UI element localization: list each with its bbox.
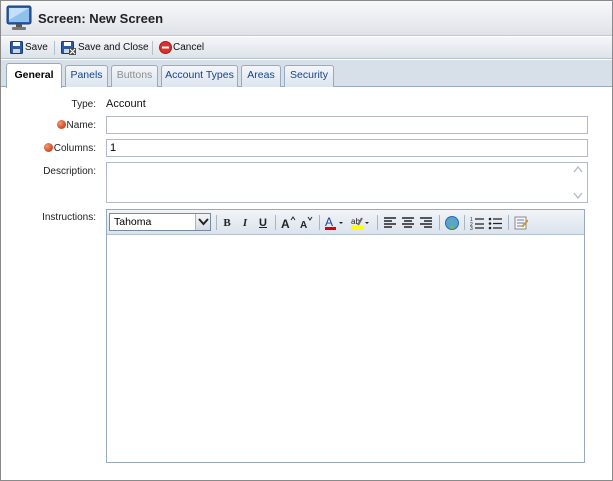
editor-separator xyxy=(275,215,276,230)
align-left-icon[interactable] xyxy=(382,215,398,231)
tab-general[interactable]: General xyxy=(6,63,62,88)
editor-separator xyxy=(377,215,378,230)
monitor-icon xyxy=(6,5,32,30)
name-label: Name: xyxy=(66,120,96,131)
editor-toolbar: Tahoma B I U A A A ab 1 2 3 xyxy=(107,210,584,235)
name-input[interactable] xyxy=(106,116,588,134)
font-family-select[interactable]: Tahoma xyxy=(109,213,211,231)
toolbar-separator xyxy=(152,41,153,55)
toolbar-separator xyxy=(54,41,55,55)
save-and-close-button[interactable]: Save and Close xyxy=(61,40,149,56)
columns-label: Columns: xyxy=(53,143,96,154)
save-label: Save xyxy=(25,42,48,53)
tab-strip: General Panels Buttons Account Types Are… xyxy=(1,60,612,88)
bold-icon[interactable]: B xyxy=(219,215,235,231)
save-button[interactable]: Save xyxy=(10,40,50,56)
columns-input[interactable]: 1 xyxy=(106,139,588,157)
description-textarea[interactable] xyxy=(106,162,588,203)
unordered-list-icon[interactable] xyxy=(487,215,503,231)
editor-content-area[interactable] xyxy=(107,236,584,462)
italic-icon[interactable]: I xyxy=(237,215,253,231)
svg-text:3: 3 xyxy=(470,226,473,231)
highlight-color-icon[interactable]: ab xyxy=(350,215,372,231)
svg-text:A: A xyxy=(325,215,333,229)
shrink-font-icon[interactable]: A xyxy=(298,215,314,231)
textarea-scroll-arrows-icon[interactable] xyxy=(572,163,584,202)
editor-separator xyxy=(216,215,217,230)
ordered-list-icon[interactable]: 123 xyxy=(469,215,485,232)
required-icon xyxy=(43,143,53,152)
font-family-value: Tahoma xyxy=(114,216,152,228)
tab-panels[interactable]: Panels xyxy=(65,65,108,87)
type-value: Account xyxy=(106,98,146,110)
editor-separator xyxy=(439,215,440,230)
save-and-close-label: Save and Close xyxy=(78,42,149,53)
tab-buttons[interactable]: Buttons xyxy=(111,65,158,87)
floppy-disk-icon xyxy=(10,41,23,54)
screen-window: Screen: New Screen Save Save and Close C… xyxy=(0,0,613,481)
align-right-icon[interactable] xyxy=(418,215,434,231)
required-icon xyxy=(56,120,66,129)
align-center-icon[interactable] xyxy=(400,215,416,231)
general-form: Type: Account Name: Columns: 1 Descripti… xyxy=(1,88,612,480)
chevron-down-icon[interactable] xyxy=(195,214,210,230)
grow-font-icon[interactable]: A xyxy=(280,215,296,231)
insert-link-icon[interactable] xyxy=(444,215,460,231)
tab-security[interactable]: Security xyxy=(284,65,334,87)
underline-icon[interactable]: U xyxy=(255,215,271,231)
description-label: Description: xyxy=(43,166,96,177)
instructions-label: Instructions: xyxy=(42,212,96,223)
tab-areas[interactable]: Areas xyxy=(241,65,281,87)
tab-account-types[interactable]: Account Types xyxy=(161,65,238,87)
save-close-icon xyxy=(61,41,76,55)
columns-label-wrap: Columns: xyxy=(43,143,96,154)
instructions-editor: Tahoma B I U A A A ab 1 2 3 xyxy=(106,209,585,463)
editor-separator xyxy=(319,215,320,230)
editor-separator xyxy=(464,215,465,230)
type-label: Type: xyxy=(71,99,96,110)
editor-separator xyxy=(508,215,509,230)
main-toolbar: Save Save and Close Cancel xyxy=(1,37,612,59)
name-label-wrap: Name: xyxy=(56,120,96,131)
svg-text:A: A xyxy=(281,217,290,231)
svg-text:A: A xyxy=(300,220,307,231)
cancel-icon xyxy=(159,41,172,54)
cancel-button[interactable]: Cancel xyxy=(159,40,207,56)
title-bar: Screen: New Screen xyxy=(1,1,612,36)
cancel-label: Cancel xyxy=(173,42,205,53)
source-edit-icon[interactable] xyxy=(513,215,529,231)
font-color-icon[interactable]: A xyxy=(324,215,346,231)
window-title: Screen: New Screen xyxy=(38,11,164,26)
